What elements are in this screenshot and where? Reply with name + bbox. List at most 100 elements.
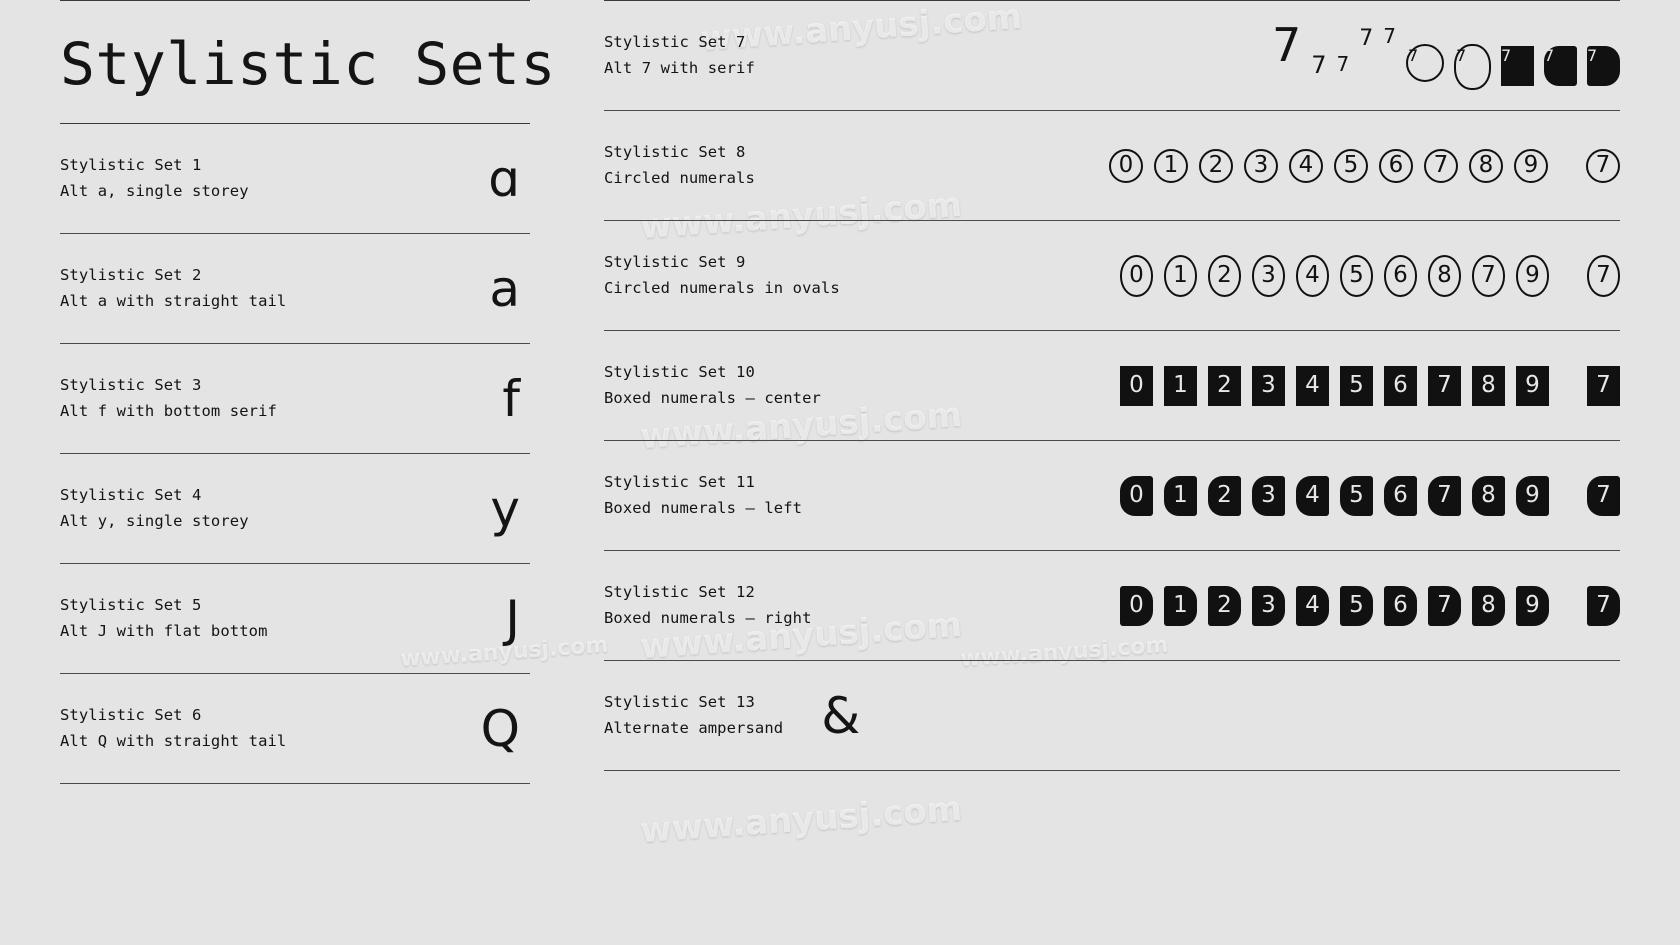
numeral-set: 01234567897	[1109, 148, 1620, 183]
seven-oval: 7	[1454, 43, 1491, 90]
numeral-8: 8	[1472, 585, 1505, 626]
set-specimen: f	[502, 374, 530, 424]
set-labels: Stylistic Set 4 Alt y, single storey	[60, 483, 249, 533]
stylistic-set-row[interactable]: Stylistic Set 13 Alternate ampersand &	[604, 661, 1620, 770]
seven-boxed-left: 7	[1544, 45, 1577, 86]
numeral-7: 7	[1472, 254, 1505, 297]
numeral-1: 1	[1164, 254, 1197, 297]
seven-boxed-right: 7	[1587, 45, 1620, 86]
alt-f-bottom-serif-glyph: f	[502, 369, 520, 428]
seven-circled: 7	[1406, 43, 1444, 82]
numeral-0: 0	[1120, 365, 1153, 406]
stylistic-set-row[interactable]: Stylistic Set 3 Alt f with bottom serif f	[60, 344, 530, 453]
set-description: Alt a, single storey	[60, 181, 249, 200]
numeral-3: 3	[1252, 254, 1285, 297]
stylistic-set-row[interactable]: Stylistic Set 6 Alt Q with straight tail Q	[60, 674, 530, 783]
stylistic-set-row[interactable]: Stylistic Set 7 Alt 7 with serif 7 7 7 7 7 7 7 7 7…	[604, 1, 1620, 110]
numeral-6: 6	[1384, 475, 1417, 516]
numeral-9: 9	[1516, 254, 1549, 297]
set-labels: Stylistic Set 12 Boxed numerals – right	[604, 580, 812, 630]
row-divider	[604, 770, 1620, 771]
set-name: Stylistic Set 2	[60, 266, 202, 285]
numeral-1: 1	[1164, 365, 1197, 406]
set-description: Circled numerals in ovals	[604, 278, 840, 297]
numeral-9: 9	[1516, 475, 1549, 516]
numeral-6: 6	[1384, 254, 1417, 297]
seven-boxed-center: 7	[1501, 45, 1534, 86]
stylistic-set-row[interactable]: Stylistic Set 11 Boxed numerals – left 0 1 2…	[604, 441, 1620, 550]
numeral-2: 2	[1208, 475, 1241, 516]
stylistic-set-row[interactable]: Stylistic Set 9 Circled numerals in ovals…	[604, 221, 1620, 330]
numeral-7: 7	[1428, 475, 1461, 516]
set-specimen: 7777777777	[1262, 22, 1620, 90]
numeral-5: 5	[1340, 254, 1373, 297]
set-name: Stylistic Set 7	[604, 33, 746, 52]
set-description: Boxed numerals – right	[604, 608, 812, 627]
set-specimen: 01234567897	[1120, 365, 1620, 406]
numeral-3: 3	[1252, 585, 1285, 626]
numeral-4: 4	[1296, 475, 1329, 516]
numeral-set: 01234567897	[1120, 365, 1620, 406]
alternate-ampersand-glyph: &	[821, 686, 861, 745]
set-labels: Stylistic Set 13 Alternate ampersand	[604, 690, 783, 740]
stylistic-set-row[interactable]: Stylistic Set 10 Boxed numerals – center 0…	[604, 331, 1620, 440]
numeral-alt-seven: 7	[1587, 585, 1620, 626]
stylistic-set-row[interactable]: Stylistic Set 2 Alt a with straight tail a	[60, 234, 530, 343]
set-specimen: J	[505, 594, 530, 644]
set-specimen: 01234567897	[1120, 585, 1620, 626]
numeral-8: 8	[1428, 254, 1461, 297]
numeral-4: 4	[1296, 585, 1329, 626]
set-specimen: a	[489, 264, 530, 314]
numeral-5: 5	[1340, 585, 1373, 626]
set-specimen: &	[783, 691, 1620, 741]
numeral-1: 1	[1154, 148, 1188, 183]
set-description: Circled numerals	[604, 168, 755, 187]
seven-subscript: 7	[1311, 50, 1327, 79]
numeral-9: 9	[1516, 585, 1549, 626]
alt-a-single-storey-glyph: ɑ	[488, 149, 520, 208]
set-description: Alt Q with straight tail	[60, 731, 287, 750]
set-description: Boxed numerals – left	[604, 498, 803, 517]
stylistic-set-row[interactable]: Stylistic Set 8 Circled numerals 0 1 2 3 4 5 6 7 8…	[604, 111, 1620, 220]
numeral-9: 9	[1516, 365, 1549, 406]
right-set-list: Stylistic Set 7 Alt 7 with serif 7 7 7 7 7 7 7 7 7…	[604, 1, 1620, 771]
row-divider	[60, 783, 530, 784]
set-labels: Stylistic Set 8 Circled numerals	[604, 140, 755, 190]
specimen-page: www.anyusj.com www.anyusj.com www.anyusj.c…	[0, 0, 1680, 945]
numeral-0: 0	[1120, 475, 1153, 516]
numeral-set: 01234567897	[1120, 585, 1620, 626]
numeral-0: 0	[1120, 254, 1153, 297]
stylistic-set-row[interactable]: Stylistic Set 12 Boxed numerals – right 0 1…	[604, 551, 1620, 660]
seven-large: 7	[1271, 17, 1302, 72]
set-description: Alt f with bottom serif	[60, 401, 277, 420]
set-description: Alt J with flat bottom	[60, 621, 268, 640]
numeral-5: 5	[1340, 365, 1373, 406]
numeral-8: 8	[1469, 148, 1503, 183]
set-name: Stylistic Set 3	[60, 376, 202, 395]
set-description: Alt y, single storey	[60, 511, 249, 530]
numeral-5: 5	[1334, 148, 1368, 183]
set-labels: Stylistic Set 6 Alt Q with straight tail	[60, 703, 286, 753]
seven-superscript-small: 7	[1383, 23, 1396, 48]
set-name: Stylistic Set 9	[604, 253, 746, 272]
set-name: Stylistic Set 6	[60, 706, 202, 725]
set-specimen: 01234568797	[1120, 254, 1620, 297]
seven-superscript: 7	[1359, 25, 1374, 51]
stylistic-set-row[interactable]: Stylistic Set 5 Alt J with flat bottom J	[60, 564, 530, 673]
stylistic-set-row[interactable]: Stylistic Set 1 Alt a, single storey ɑ	[60, 124, 530, 233]
set-description: Alt 7 with serif	[604, 58, 755, 77]
numeral-2: 2	[1199, 148, 1233, 183]
set-labels: Stylistic Set 3 Alt f with bottom serif	[60, 373, 277, 423]
set-labels: Stylistic Set 10 Boxed numerals – center	[604, 360, 821, 410]
numeral-7: 7	[1424, 148, 1458, 183]
numeral-4: 4	[1296, 254, 1329, 297]
set-specimen: 01234567897	[1120, 475, 1620, 516]
numeral-3: 3	[1244, 148, 1278, 183]
set-name: Stylistic Set 12	[604, 583, 755, 602]
set-name: Stylistic Set 11	[604, 473, 755, 492]
set-name: Stylistic Set 10	[604, 363, 755, 382]
numeral-1: 1	[1164, 585, 1197, 626]
numeral-0: 0	[1109, 148, 1143, 183]
stylistic-set-row[interactable]: Stylistic Set 4 Alt y, single storey y	[60, 454, 530, 563]
numeral-7: 7	[1428, 585, 1461, 626]
